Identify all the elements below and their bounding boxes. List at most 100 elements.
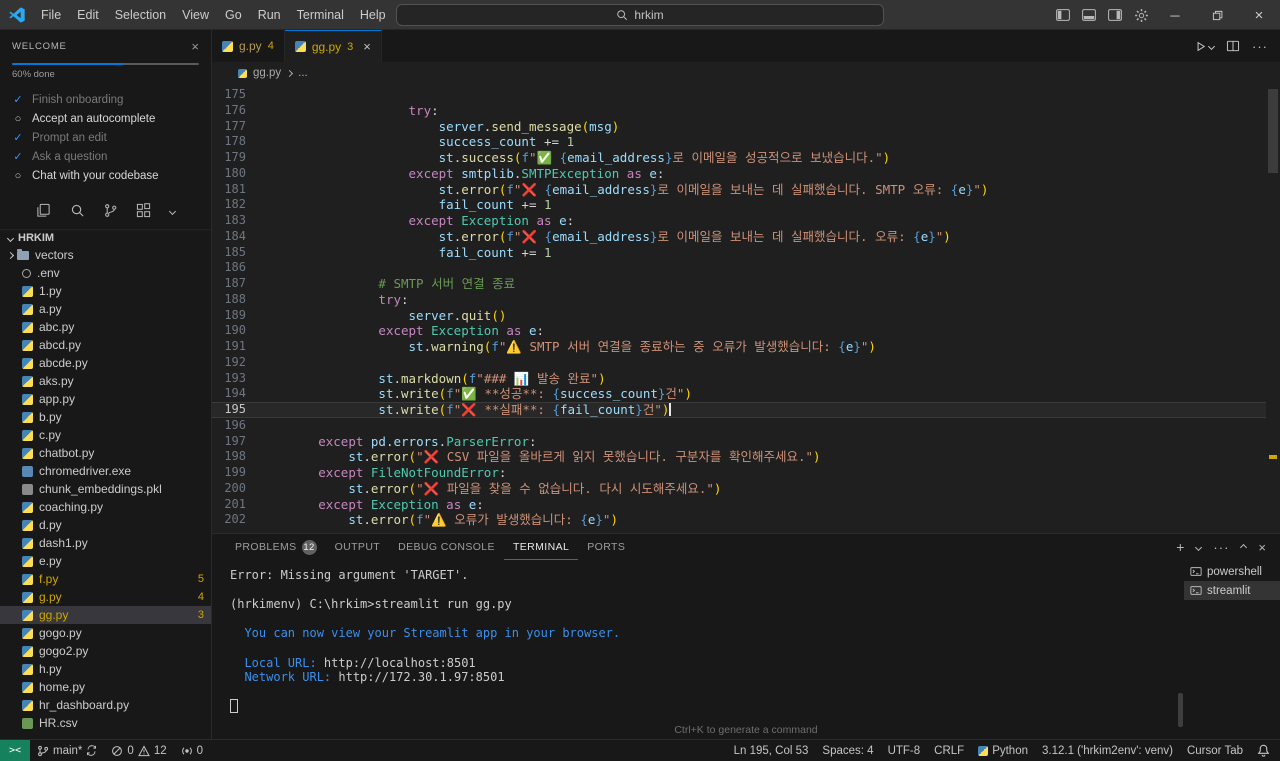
file-g.py[interactable]: g.py 4 <box>0 588 211 606</box>
breadcrumb[interactable]: gg.py ... <box>212 62 1280 84</box>
code-line[interactable]: 190 except Exception as e: <box>212 323 1266 339</box>
file-chromedriver.exe[interactable]: chromedriver.exe <box>0 462 211 480</box>
scrollbar-thumb[interactable] <box>1268 89 1278 173</box>
editor-scrollbar[interactable] <box>1266 87 1280 533</box>
file-dash1.py[interactable]: dash1.py <box>0 534 211 552</box>
more-views-chevron-icon[interactable] <box>168 203 176 217</box>
file-gogo2.py[interactable]: gogo2.py <box>0 642 211 660</box>
code-line[interactable]: 183 except Exception as e: <box>212 213 1266 229</box>
file-vectors[interactable]: vectors <box>0 246 211 264</box>
minimize-button[interactable]: ─ <box>1154 0 1196 30</box>
walkthrough-item[interactable]: ○ Accept an autocomplete <box>12 109 199 128</box>
file-chunk_embeddings.pkl[interactable]: chunk_embeddings.pkl <box>0 480 211 498</box>
search-icon[interactable] <box>70 203 85 218</box>
file-gg.py[interactable]: gg.py 3 <box>0 606 211 624</box>
code-line[interactable]: 199 except FileNotFoundError: <box>212 465 1266 481</box>
toggle-secondary-sidebar-icon[interactable] <box>1102 0 1128 30</box>
code-line[interactable]: 182 fail_count += 1 <box>212 197 1266 213</box>
code-line[interactable]: 177 server.send_message(msg) <box>212 119 1266 135</box>
toggle-panel-icon[interactable] <box>1076 0 1102 30</box>
problems-status[interactable]: 0 12 <box>104 740 173 761</box>
code-line[interactable]: 178 success_count += 1 <box>212 134 1266 150</box>
terminal-prompt-line[interactable] <box>230 699 1180 714</box>
code-line[interactable]: 175 <box>212 87 1266 103</box>
panel-more-actions-button[interactable]: ··· <box>1213 540 1229 555</box>
walkthrough-item[interactable]: ○ Chat with your codebase <box>12 166 199 185</box>
terminal-scrollbar[interactable] <box>1178 693 1183 727</box>
breadcrumb-rest[interactable]: ... <box>298 67 308 79</box>
status-encoding[interactable]: UTF-8 <box>881 740 928 761</box>
split-editor-button[interactable] <box>1226 40 1240 52</box>
tab-gg.py[interactable]: gg.py 3 × <box>284 30 382 62</box>
ports-status[interactable]: 0 <box>174 740 210 761</box>
file-f.py[interactable]: f.py 5 <box>0 570 211 588</box>
more-actions-button[interactable]: ··· <box>1252 39 1268 54</box>
file-home.py[interactable]: home.py <box>0 678 211 696</box>
code-line[interactable]: 197 except pd.errors.ParserError: <box>212 434 1266 450</box>
file-hr_dashboard.py[interactable]: hr_dashboard.py <box>0 696 211 714</box>
status-python-interpreter[interactable]: 3.12.1 ('hrkim2env': venv) <box>1035 740 1180 761</box>
panel-tab-terminal[interactable]: TERMINAL <box>503 534 579 560</box>
code-line[interactable]: 184 st.error(f"❌ {email_address}로 이메일을 보… <box>212 229 1266 245</box>
run-button[interactable] <box>1194 40 1216 53</box>
maximize-restore-button[interactable] <box>1196 0 1238 30</box>
file-app.py[interactable]: app.py <box>0 390 211 408</box>
file-aks.py[interactable]: aks.py <box>0 372 211 390</box>
command-center-search[interactable]: hrkim <box>396 4 884 26</box>
file-coaching.py[interactable]: coaching.py <box>0 498 211 516</box>
status-language-mode[interactable]: Python <box>971 740 1035 761</box>
panel-tab-ports[interactable]: PORTS <box>578 534 634 560</box>
status-eol[interactable]: CRLF <box>927 740 971 761</box>
run-dropdown-chevron-icon[interactable] <box>1207 42 1216 50</box>
file-c.py[interactable]: c.py <box>0 426 211 444</box>
code-line[interactable]: 181 st.error(f"❌ {email_address}로 이메일을 보… <box>212 182 1266 198</box>
close-button[interactable]: × <box>1238 0 1280 30</box>
terminal-output[interactable]: Error: Missing argument 'TARGET'. (hrkim… <box>212 560 1180 739</box>
code-line[interactable]: 185 fail_count += 1 <box>212 245 1266 261</box>
terminal-instance-streamlit[interactable]: streamlit <box>1184 581 1280 600</box>
explorer-icon[interactable] <box>36 203 51 218</box>
menu-run[interactable]: Run <box>250 0 289 30</box>
status-indentation[interactable]: Spaces: 4 <box>815 740 880 761</box>
file-a.py[interactable]: a.py <box>0 300 211 318</box>
code-line[interactable]: 194 st.write(f"✅ **성공**: {success_count}… <box>212 386 1266 402</box>
menu-go[interactable]: Go <box>217 0 250 30</box>
toggle-primary-sidebar-icon[interactable] <box>1050 0 1076 30</box>
code-line[interactable]: 180 except smtplib.SMTPException as e: <box>212 166 1266 182</box>
file-chatbot.py[interactable]: chatbot.py <box>0 444 211 462</box>
panel-tab-output[interactable]: OUTPUT <box>326 534 390 560</box>
code-line[interactable]: 192 <box>212 355 1266 371</box>
code-line[interactable]: 196 <box>212 418 1266 434</box>
menu-edit[interactable]: Edit <box>69 0 107 30</box>
code-line[interactable]: 195 st.write(f"❌ **실패**: {fail_count}건") <box>212 402 1266 418</box>
menu-file[interactable]: File <box>33 0 69 30</box>
file-.env[interactable]: .env <box>0 264 211 282</box>
code-line[interactable]: 179 st.success(f"✅ {email_address}로 이메일을… <box>212 150 1266 166</box>
source-control-icon[interactable] <box>103 203 118 218</box>
file-d.py[interactable]: d.py <box>0 516 211 534</box>
code-editor[interactable]: 175 176 try: 177 server.send_message(msg) 1… <box>212 87 1266 533</box>
walkthrough-item[interactable]: ✓ Finish onboarding <box>12 90 199 109</box>
panel-tab-problems[interactable]: PROBLEMS 12 <box>226 534 326 560</box>
code-line[interactable]: 186 <box>212 260 1266 276</box>
remote-indicator[interactable]: >< <box>0 739 30 761</box>
status-cursor-tab[interactable]: Cursor Tab <box>1180 740 1250 761</box>
file-e.py[interactable]: e.py <box>0 552 211 570</box>
panel-tab-debug-console[interactable]: DEBUG CONSOLE <box>389 534 504 560</box>
file-b.py[interactable]: b.py <box>0 408 211 426</box>
file-1.py[interactable]: 1.py <box>0 282 211 300</box>
terminal-dropdown-chevron-icon[interactable] <box>1195 543 1203 551</box>
status-cursor-position[interactable]: Ln 195, Col 53 <box>727 740 816 761</box>
close-tab-icon[interactable]: × <box>363 39 371 54</box>
close-panel-icon[interactable]: × <box>1258 540 1266 555</box>
code-line[interactable]: 176 try: <box>212 103 1266 119</box>
code-line[interactable]: 201 except Exception as e: <box>212 497 1266 513</box>
menu-terminal[interactable]: Terminal <box>289 0 352 30</box>
code-line[interactable]: 198 st.error("❌ CSV 파일을 올바르게 읽지 못했습니다. 구… <box>212 449 1266 465</box>
walkthrough-item[interactable]: ✓ Ask a question <box>12 147 199 166</box>
new-terminal-button[interactable]: + <box>1176 539 1184 555</box>
file-HR.csv[interactable]: HR.csv <box>0 714 211 732</box>
maximize-panel-icon[interactable] <box>1240 543 1248 551</box>
code-line[interactable]: 202 st.error(f"⚠️ 오류가 발생했습니다: {e}") <box>212 512 1266 528</box>
terminal-instance-powershell[interactable]: powershell <box>1184 562 1280 581</box>
